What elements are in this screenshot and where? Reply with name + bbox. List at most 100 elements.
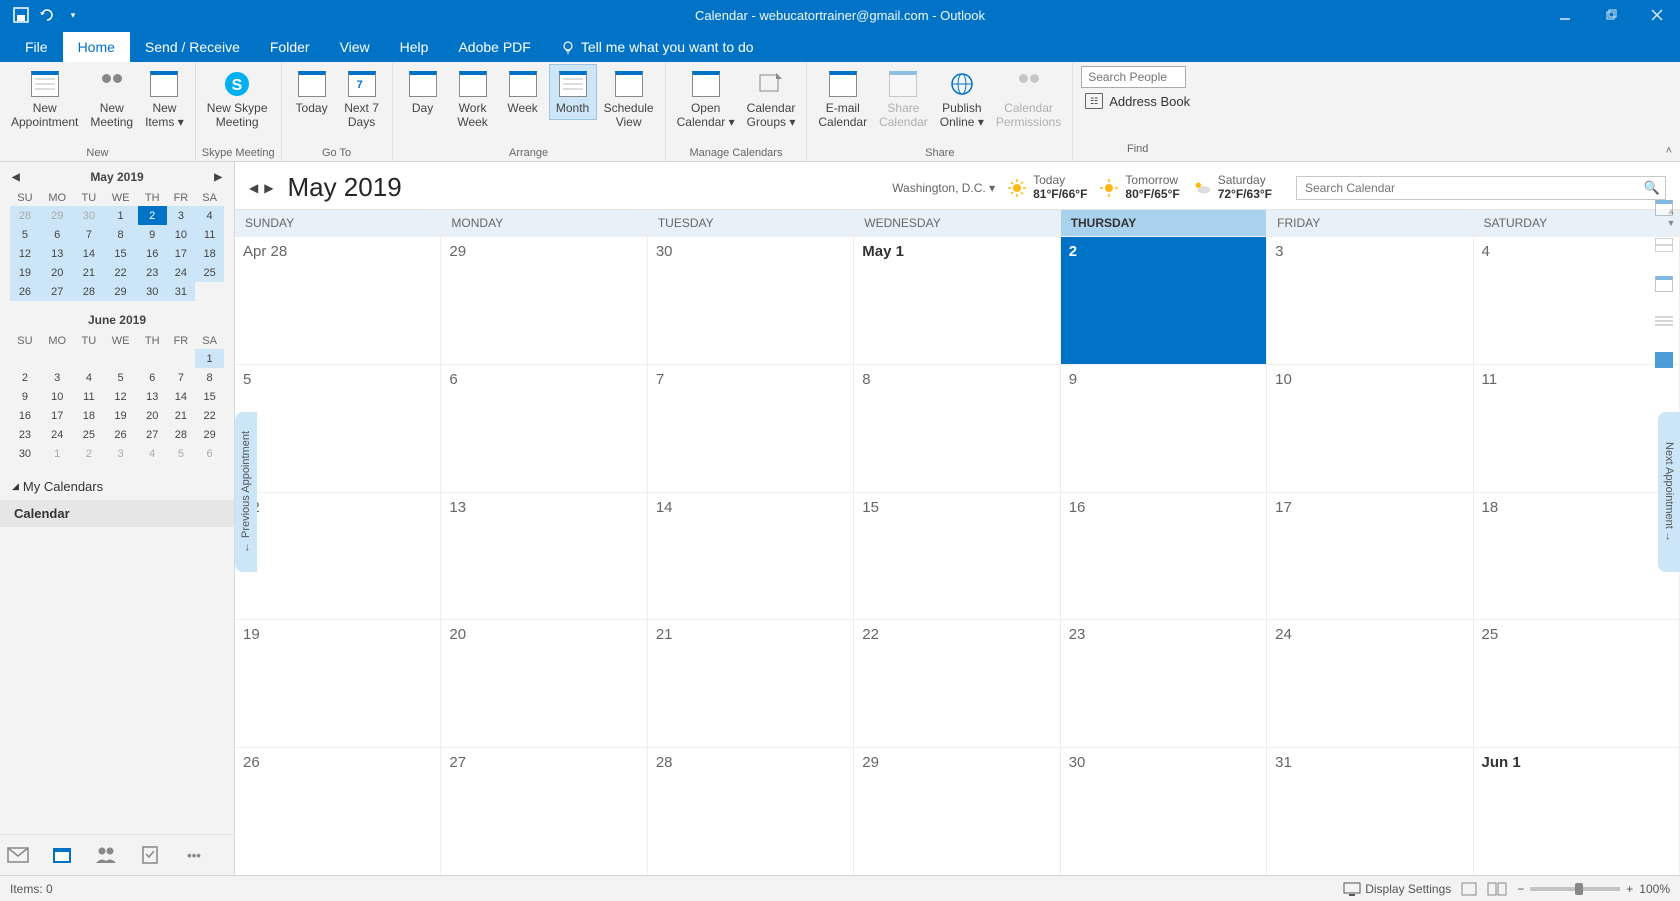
- tab-file[interactable]: File: [10, 32, 63, 62]
- my-calendars-toggle[interactable]: ◢My Calendars: [12, 475, 222, 498]
- month-cell[interactable]: 28: [648, 748, 854, 875]
- minical-day[interactable]: 25: [195, 263, 224, 282]
- minical-day[interactable]: 2: [138, 206, 167, 225]
- minical-day[interactable]: 29: [40, 206, 75, 225]
- minical-day[interactable]: 20: [138, 406, 167, 425]
- search-people-input[interactable]: [1081, 66, 1186, 88]
- minical-day[interactable]: 5: [167, 444, 196, 463]
- month-cell[interactable]: 9: [1061, 365, 1267, 492]
- minical-day[interactable]: 12: [10, 244, 40, 263]
- minical-day[interactable]: 4: [75, 368, 104, 387]
- month-cell[interactable]: 29: [854, 748, 1060, 875]
- minical-day[interactable]: 23: [138, 263, 167, 282]
- month-cell[interactable]: 29: [441, 237, 647, 364]
- month-cell[interactable]: 7: [648, 365, 854, 492]
- month-cell[interactable]: Jun 1: [1474, 748, 1680, 875]
- month-cell[interactable]: 12: [235, 493, 441, 620]
- month-cell[interactable]: 13: [441, 493, 647, 620]
- schedule-view-button[interactable]: Schedule View: [599, 64, 659, 134]
- peek-tool-4-icon[interactable]: [1655, 314, 1675, 332]
- minical-day[interactable]: 3: [167, 206, 196, 225]
- minical-day[interactable]: 15: [195, 387, 224, 406]
- minical-day[interactable]: 4: [195, 206, 224, 225]
- search-calendar-input[interactable]: [1296, 176, 1666, 200]
- minical-day[interactable]: 29: [195, 425, 224, 444]
- minical-day[interactable]: 11: [195, 225, 224, 244]
- tab-view[interactable]: View: [325, 32, 385, 62]
- month-cell[interactable]: 26: [235, 748, 441, 875]
- minical-day[interactable]: 28: [10, 206, 40, 225]
- minical-day[interactable]: 22: [195, 406, 224, 425]
- minical-day[interactable]: 25: [75, 425, 104, 444]
- view-normal-icon[interactable]: [1461, 882, 1477, 896]
- month-cell[interactable]: 23: [1061, 620, 1267, 747]
- minical-day[interactable]: 7: [167, 368, 196, 387]
- minical-day[interactable]: 27: [40, 282, 75, 301]
- today-button[interactable]: Today: [288, 64, 336, 120]
- month-cell[interactable]: 31: [1267, 748, 1473, 875]
- calendar-module-icon[interactable]: [50, 845, 74, 865]
- month-cell[interactable]: 6: [441, 365, 647, 492]
- work-week-view-button[interactable]: Work Week: [449, 64, 497, 134]
- minical-day[interactable]: 17: [167, 244, 196, 263]
- minical-day[interactable]: 23: [10, 425, 40, 444]
- minical-day[interactable]: 24: [167, 263, 196, 282]
- minical-day[interactable]: 21: [167, 406, 196, 425]
- new-appointment-button[interactable]: New Appointment: [6, 64, 83, 134]
- previous-appointment-button[interactable]: ← Previous Appointment: [235, 412, 257, 572]
- peek-tool-5-icon[interactable]: [1655, 352, 1675, 370]
- minical-day[interactable]: 20: [40, 263, 75, 282]
- minical-day[interactable]: 9: [138, 225, 167, 244]
- minical-day[interactable]: 16: [138, 244, 167, 263]
- tab-home[interactable]: Home: [63, 32, 130, 62]
- tell-me-search[interactable]: Tell me what you want to do: [546, 32, 769, 62]
- minical-day[interactable]: 19: [103, 406, 138, 425]
- minical-day[interactable]: 21: [75, 263, 104, 282]
- minical-day[interactable]: 1: [195, 349, 224, 368]
- peek-tool-2-icon[interactable]: [1655, 238, 1675, 256]
- search-icon[interactable]: 🔍: [1644, 180, 1660, 196]
- zoom-out-icon[interactable]: −: [1517, 882, 1524, 896]
- month-next-icon[interactable]: ▶: [264, 181, 273, 195]
- ribbon-collapse-icon[interactable]: ˄: [1666, 145, 1672, 157]
- minical-day[interactable]: 7: [75, 225, 104, 244]
- minical-day[interactable]: 3: [103, 444, 138, 463]
- view-reading-icon[interactable]: [1487, 882, 1507, 896]
- tab-help[interactable]: Help: [385, 32, 444, 62]
- month-cell[interactable]: 10: [1267, 365, 1473, 492]
- peek-tool-1-icon[interactable]: [1655, 200, 1675, 218]
- day-view-button[interactable]: Day: [399, 64, 447, 120]
- month-cell[interactable]: 2: [1061, 237, 1267, 364]
- minical-day[interactable]: 2: [75, 444, 104, 463]
- qat-undo-icon[interactable]: [38, 6, 56, 24]
- month-cell[interactable]: 19: [235, 620, 441, 747]
- minical-day[interactable]: 14: [75, 244, 104, 263]
- tab-adobe-pdf[interactable]: Adobe PDF: [443, 32, 545, 62]
- minical-day[interactable]: 18: [195, 244, 224, 263]
- new-items-button[interactable]: New Items ▾: [140, 64, 189, 134]
- minical-day[interactable]: 24: [40, 425, 75, 444]
- window-minimize-icon[interactable]: [1542, 0, 1588, 30]
- tab-folder[interactable]: Folder: [255, 32, 325, 62]
- month-cell[interactable]: 4: [1474, 237, 1680, 364]
- email-calendar-button[interactable]: E-mail Calendar: [813, 64, 872, 134]
- minical-day[interactable]: 28: [167, 425, 196, 444]
- peek-tool-3-icon[interactable]: [1655, 276, 1675, 294]
- minical-day[interactable]: 15: [103, 244, 138, 263]
- qat-save-icon[interactable]: [12, 6, 30, 24]
- address-book-button[interactable]: ☷Address Book: [1081, 91, 1194, 111]
- nav-more-icon[interactable]: •••: [182, 845, 206, 865]
- month-cell[interactable]: 24: [1267, 620, 1473, 747]
- minical-day[interactable]: 11: [75, 387, 104, 406]
- month-cell[interactable]: 30: [1061, 748, 1267, 875]
- minical-day[interactable]: 6: [138, 368, 167, 387]
- month-cell[interactable]: 27: [441, 748, 647, 875]
- month-cell[interactable]: 8: [854, 365, 1060, 492]
- minical-day[interactable]: 22: [103, 263, 138, 282]
- month-cell[interactable]: 21: [648, 620, 854, 747]
- minical-day[interactable]: 13: [40, 244, 75, 263]
- window-restore-icon[interactable]: [1588, 0, 1634, 30]
- publish-online-button[interactable]: Publish Online ▾: [935, 64, 989, 134]
- minical-day[interactable]: 10: [40, 387, 75, 406]
- month-view-button[interactable]: Month: [549, 64, 597, 120]
